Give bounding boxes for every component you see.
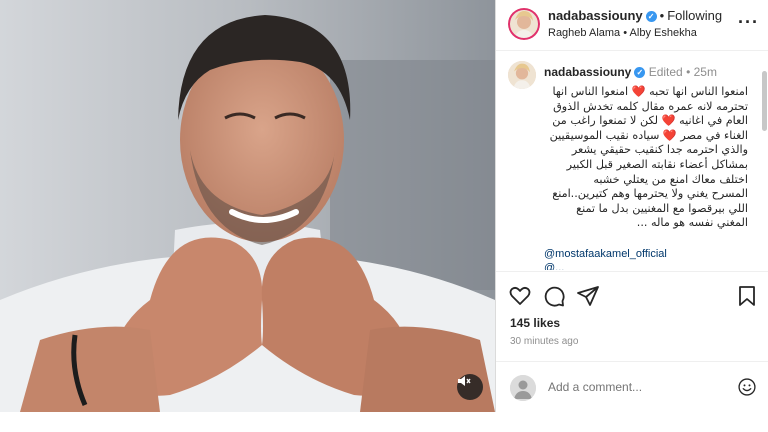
caption-avatar-image — [508, 61, 536, 89]
caption-line: والذي احترمه جدا كنقيب حقيقي يشعر — [571, 143, 748, 157]
mention-link-partial[interactable]: @... — [544, 262, 564, 270]
mute-button[interactable] — [457, 374, 483, 400]
caption-edited: Edited — [648, 65, 683, 79]
default-user-icon — [510, 375, 536, 401]
caption-scrollbar[interactable] — [762, 71, 767, 131]
verified-badge-icon: ✓ — [634, 67, 646, 78]
caption-line: تحترمه لانه عمره مقال كلمه تخدش الذوق — [553, 99, 748, 113]
verified-badge-icon: ✓ — [645, 11, 657, 22]
story-ring — [508, 8, 540, 40]
more-horizontal-icon[interactable]: ··· — [738, 12, 759, 33]
caption-area: nadabassiouny ✓ Edited • 25m امنعوا الناس… — [496, 51, 768, 270]
share-icon[interactable] — [576, 284, 600, 308]
post-header: nadabassiouny ✓ • Following Ragheb Alama • … — [496, 0, 768, 51]
caption-avatar[interactable] — [508, 61, 536, 89]
separator-dot: • — [659, 8, 665, 23]
header-username[interactable]: nadabassiouny — [548, 8, 643, 23]
author-avatar[interactable] — [508, 8, 540, 40]
caption-username[interactable]: nadabassiouny — [544, 65, 631, 79]
muted-speaker-icon — [458, 376, 471, 386]
caption-line: بمشاكل أعضاء نقابته الصغير قبل الكبير — [566, 157, 748, 171]
audio-info[interactable]: Ragheb Alama • Alby Eshekha — [548, 27, 697, 39]
post-video[interactable] — [0, 0, 495, 412]
separator-dot: • — [686, 65, 691, 79]
caption-time[interactable]: 25m — [694, 65, 717, 79]
caption-line: اللي بيرقصوا مع المغنيين بدل ما تمنع — [576, 201, 748, 215]
comment-icon[interactable] — [542, 284, 566, 308]
following-button[interactable]: Following — [667, 8, 722, 23]
post-actions: 145 likes 30 minutes ago — [496, 271, 768, 413]
caption-line: المسرح يغني ولا يحترمها وهم كتيرين..امنع — [552, 187, 748, 201]
mention-link[interactable]: @mostafaakamel_official — [544, 248, 667, 260]
instagram-post: nadabassiouny ✓ • Following Ragheb Alama • … — [0, 0, 768, 412]
audio-track: Alby Eshekha — [629, 27, 697, 39]
viewer-avatar — [510, 375, 536, 401]
post-timestamp[interactable]: 30 minutes ago — [510, 336, 578, 347]
caption-line: المغني نفسه هو ماله ... — [636, 216, 748, 230]
post-side-panel: nadabassiouny ✓ • Following Ragheb Alama • … — [495, 0, 768, 412]
comment-bar — [496, 361, 768, 414]
caption-line: امنعوا الناس انها تحبه ❤️ امنعوا الناس ا… — [552, 85, 748, 98]
caption-line: اختلف معاك امنع من يعتلي خشبه — [593, 172, 748, 186]
header-user-row: nadabassiouny ✓ • Following — [548, 8, 722, 23]
caption-text: امنعوا الناس انها تحبه ❤️ امنعوا الناس ا… — [538, 85, 748, 231]
bookmark-icon[interactable] — [735, 284, 759, 308]
audio-artist: Ragheb Alama — [548, 27, 621, 39]
heart-icon[interactable] — [508, 284, 532, 308]
post-photo — [0, 0, 495, 412]
caption-line: العام في اغانيه ❤️ لكن لا تمنعوا راغب من — [552, 114, 748, 128]
caption-line: الغناء في مصر ❤️ سياده نقيب الموسيقيين — [549, 128, 748, 142]
likes-count[interactable]: 145 likes — [510, 316, 560, 330]
emoji-icon[interactable] — [737, 377, 757, 397]
comment-input[interactable] — [548, 380, 718, 394]
audio-separator: • — [623, 27, 628, 39]
caption-header: nadabassiouny ✓ Edited • 25m — [544, 65, 717, 79]
